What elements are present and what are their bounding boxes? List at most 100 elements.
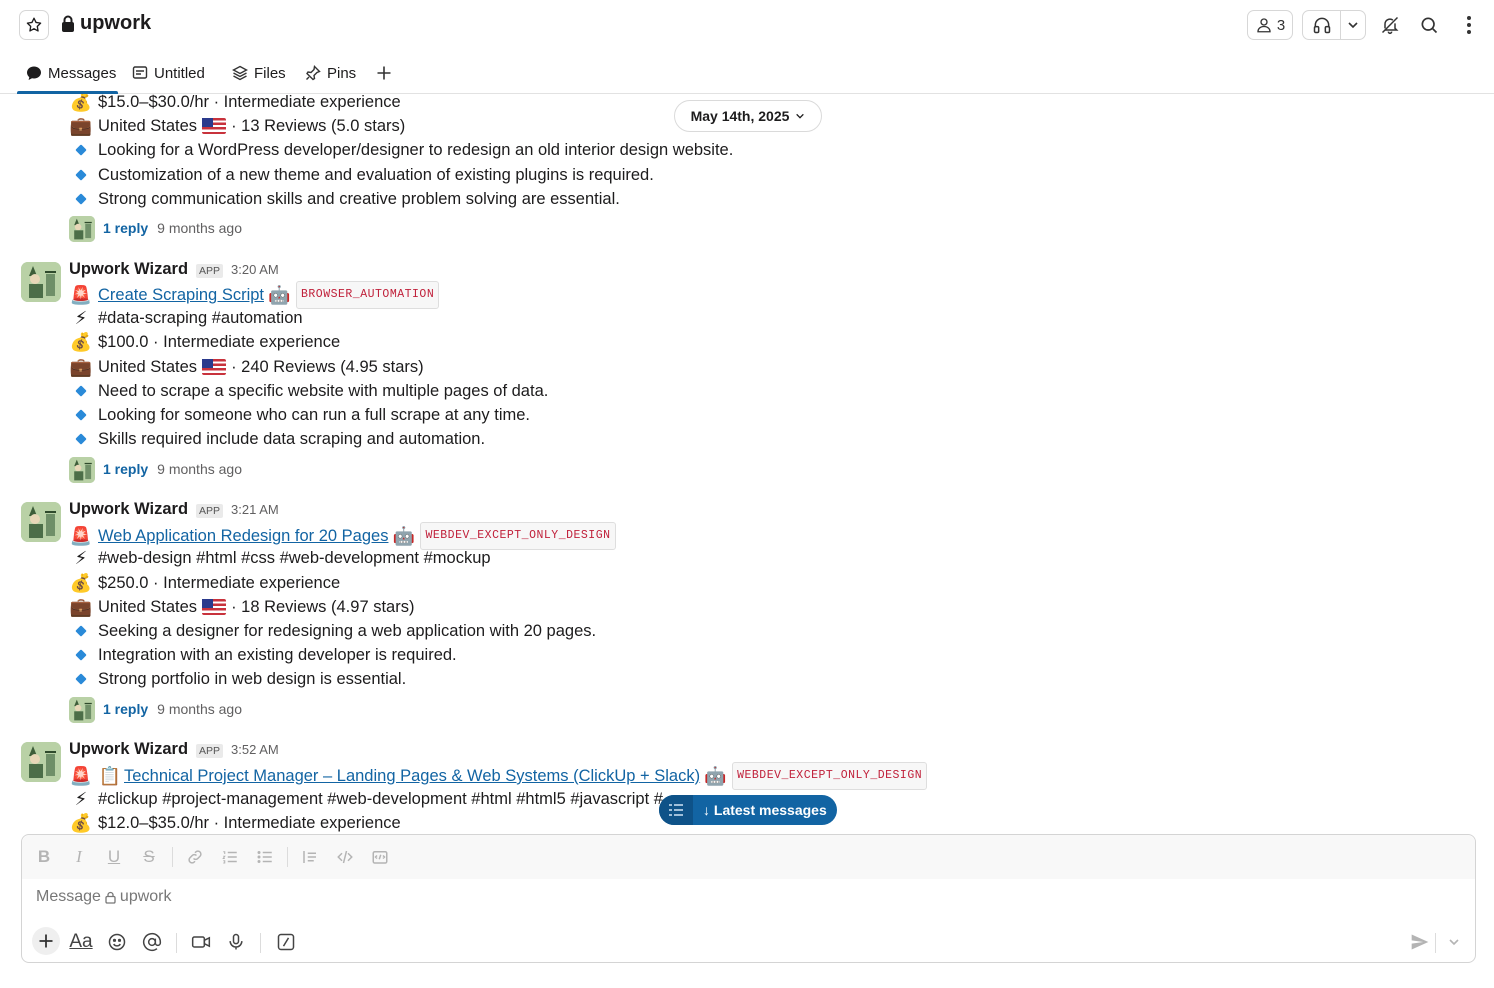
thread-reply-summary[interactable]: 1 reply 9 months ago — [103, 461, 242, 477]
huddle-button[interactable] — [1302, 10, 1366, 40]
message-hashtags: ⚡ #web-design #html #css #web-development… — [69, 546, 491, 570]
app-badge: APP — [196, 744, 224, 758]
members-button[interactable]: 3 — [1247, 10, 1293, 40]
message-bullet: Skills required include data scraping an… — [69, 427, 485, 451]
robot-icon: 🤖 — [392, 526, 415, 546]
author-avatar[interactable] — [21, 502, 61, 542]
blockquote-icon[interactable] — [298, 845, 322, 869]
wizard-avatar-icon — [69, 216, 95, 242]
emoji-button[interactable] — [103, 928, 131, 956]
tab-untitled[interactable]: Untitled — [132, 61, 205, 85]
blue-diamond-icon — [75, 193, 87, 205]
video-clip-button[interactable] — [187, 928, 215, 956]
wizard-avatar-icon — [21, 502, 61, 542]
channel-title[interactable]: upwork — [60, 12, 151, 35]
blue-diamond-icon — [75, 169, 87, 181]
send-button[interactable] — [1406, 928, 1434, 956]
message-input[interactable]: Message upwork — [36, 888, 172, 906]
wizard-avatar-icon — [69, 457, 95, 483]
attach-button[interactable] — [32, 927, 60, 955]
message-timestamp[interactable]: 3:52 AM — [231, 742, 279, 757]
video-camera-icon — [191, 936, 211, 948]
briefcase-icon: 💼 — [69, 597, 93, 617]
shortcuts-button[interactable] — [272, 928, 300, 956]
job-title-link[interactable]: Create Scraping Script — [98, 283, 264, 307]
star-channel-button[interactable] — [19, 10, 49, 40]
thread-reply-summary[interactable]: 1 reply 9 months ago — [103, 701, 242, 717]
underline-icon[interactable]: U — [102, 845, 126, 869]
lightning-icon: ⚡ — [74, 308, 88, 328]
toolbar-divider — [1435, 933, 1436, 953]
message-timestamp[interactable]: 3:21 AM — [231, 502, 279, 517]
tab-files[interactable]: Files — [232, 61, 286, 85]
toolbar-divider — [260, 933, 261, 953]
message-client: 💼 United States · 18 Reviews (4.97 stars) — [69, 597, 415, 617]
money-bag-icon: 💰 — [69, 94, 93, 112]
at-sign-icon — [142, 932, 162, 952]
chevron-down-icon — [1449, 939, 1459, 946]
wizard-avatar-icon — [21, 262, 61, 302]
huddle-start[interactable] — [1303, 11, 1341, 39]
job-title-link[interactable]: Technical Project Manager – Landing Page… — [124, 764, 700, 788]
message-hashtags: ⚡ #clickup #project-management #web-devel… — [69, 787, 663, 811]
blue-diamond-icon — [75, 144, 87, 156]
formatting-toolbar: B I U S — [22, 835, 1475, 879]
money-bag-icon: 💰 — [69, 332, 93, 352]
author-name[interactable]: Upwork Wizard — [69, 740, 188, 759]
unread-list-icon — [659, 795, 693, 825]
message-list[interactable]: 💰 $15.0–$30.0/hr · Intermediate experienc… — [0, 94, 1494, 834]
notifications-button[interactable] — [1375, 10, 1405, 40]
author-avatar[interactable] — [21, 262, 61, 302]
link-icon[interactable] — [183, 845, 207, 869]
blue-diamond-icon — [75, 625, 87, 637]
message-rate: 💰 $100.0 · Intermediate experience — [69, 332, 341, 352]
blue-diamond-icon — [75, 649, 87, 661]
latest-messages-button[interactable]: ↓ Latest messages — [659, 795, 837, 825]
chevron-down-icon — [1348, 22, 1358, 29]
date-divider-button[interactable]: May 14th, 2025 — [674, 100, 822, 132]
huddle-options[interactable] — [1341, 19, 1365, 31]
user-icon — [1257, 18, 1271, 33]
ordered-list-icon[interactable] — [218, 845, 242, 869]
strikethrough-icon[interactable]: S — [137, 845, 161, 869]
message-bullet: Need to scrape a specific website with m… — [69, 379, 548, 403]
message-bullet: Strong communication skills and creative… — [69, 187, 620, 211]
bold-icon[interactable]: B — [32, 845, 56, 869]
message-client: 💼 United States · 240 Reviews (4.95 stars) — [69, 357, 424, 377]
job-title-link[interactable]: Web Application Redesign for 20 Pages — [98, 524, 388, 548]
author-avatar[interactable] — [21, 742, 61, 782]
code-block-icon[interactable] — [368, 845, 392, 869]
italic-icon[interactable]: I — [67, 845, 91, 869]
thread-reply-summary[interactable]: 1 reply 9 months ago — [103, 220, 242, 236]
lock-outline-icon — [105, 891, 116, 904]
more-options-button[interactable] — [1454, 10, 1484, 40]
lightning-icon: ⚡ — [74, 548, 88, 568]
tab-messages[interactable]: Messages — [26, 61, 116, 85]
us-flag-icon — [202, 359, 227, 375]
text-formatting-toggle-icon[interactable]: Aa — [67, 928, 95, 956]
message-bullet: Looking for a WordPress developer/design… — [69, 138, 733, 162]
message-composer[interactable]: B I U S Message upwork Aa — [21, 834, 1476, 963]
mention-button[interactable] — [138, 928, 166, 956]
message-timestamp[interactable]: 3:20 AM — [231, 262, 279, 277]
send-options-button[interactable] — [1440, 928, 1468, 956]
audio-clip-button[interactable] — [222, 928, 250, 956]
code-icon[interactable] — [333, 845, 357, 869]
tab-pins[interactable]: Pins — [305, 61, 356, 85]
message-author-row: Upwork Wizard APP 3:21 AM — [69, 500, 279, 519]
add-tab-button[interactable] — [376, 61, 392, 85]
lock-icon — [62, 15, 74, 32]
author-name[interactable]: Upwork Wizard — [69, 500, 188, 519]
search-button[interactable] — [1414, 10, 1444, 40]
us-flag-icon — [202, 118, 227, 134]
search-icon — [1421, 17, 1438, 34]
wizard-avatar-icon — [21, 742, 61, 782]
date-divider-label: May 14th, 2025 — [690, 108, 790, 124]
slash-command-icon — [277, 933, 295, 951]
message-author-row: Upwork Wizard APP 3:52 AM — [69, 740, 279, 759]
author-name[interactable]: Upwork Wizard — [69, 260, 188, 279]
message-rate: 💰 $15.0–$30.0/hr · Intermediate experienc… — [69, 94, 401, 114]
reply-avatar — [69, 216, 95, 242]
bulleted-list-icon[interactable] — [253, 845, 277, 869]
microphone-icon — [229, 933, 243, 950]
